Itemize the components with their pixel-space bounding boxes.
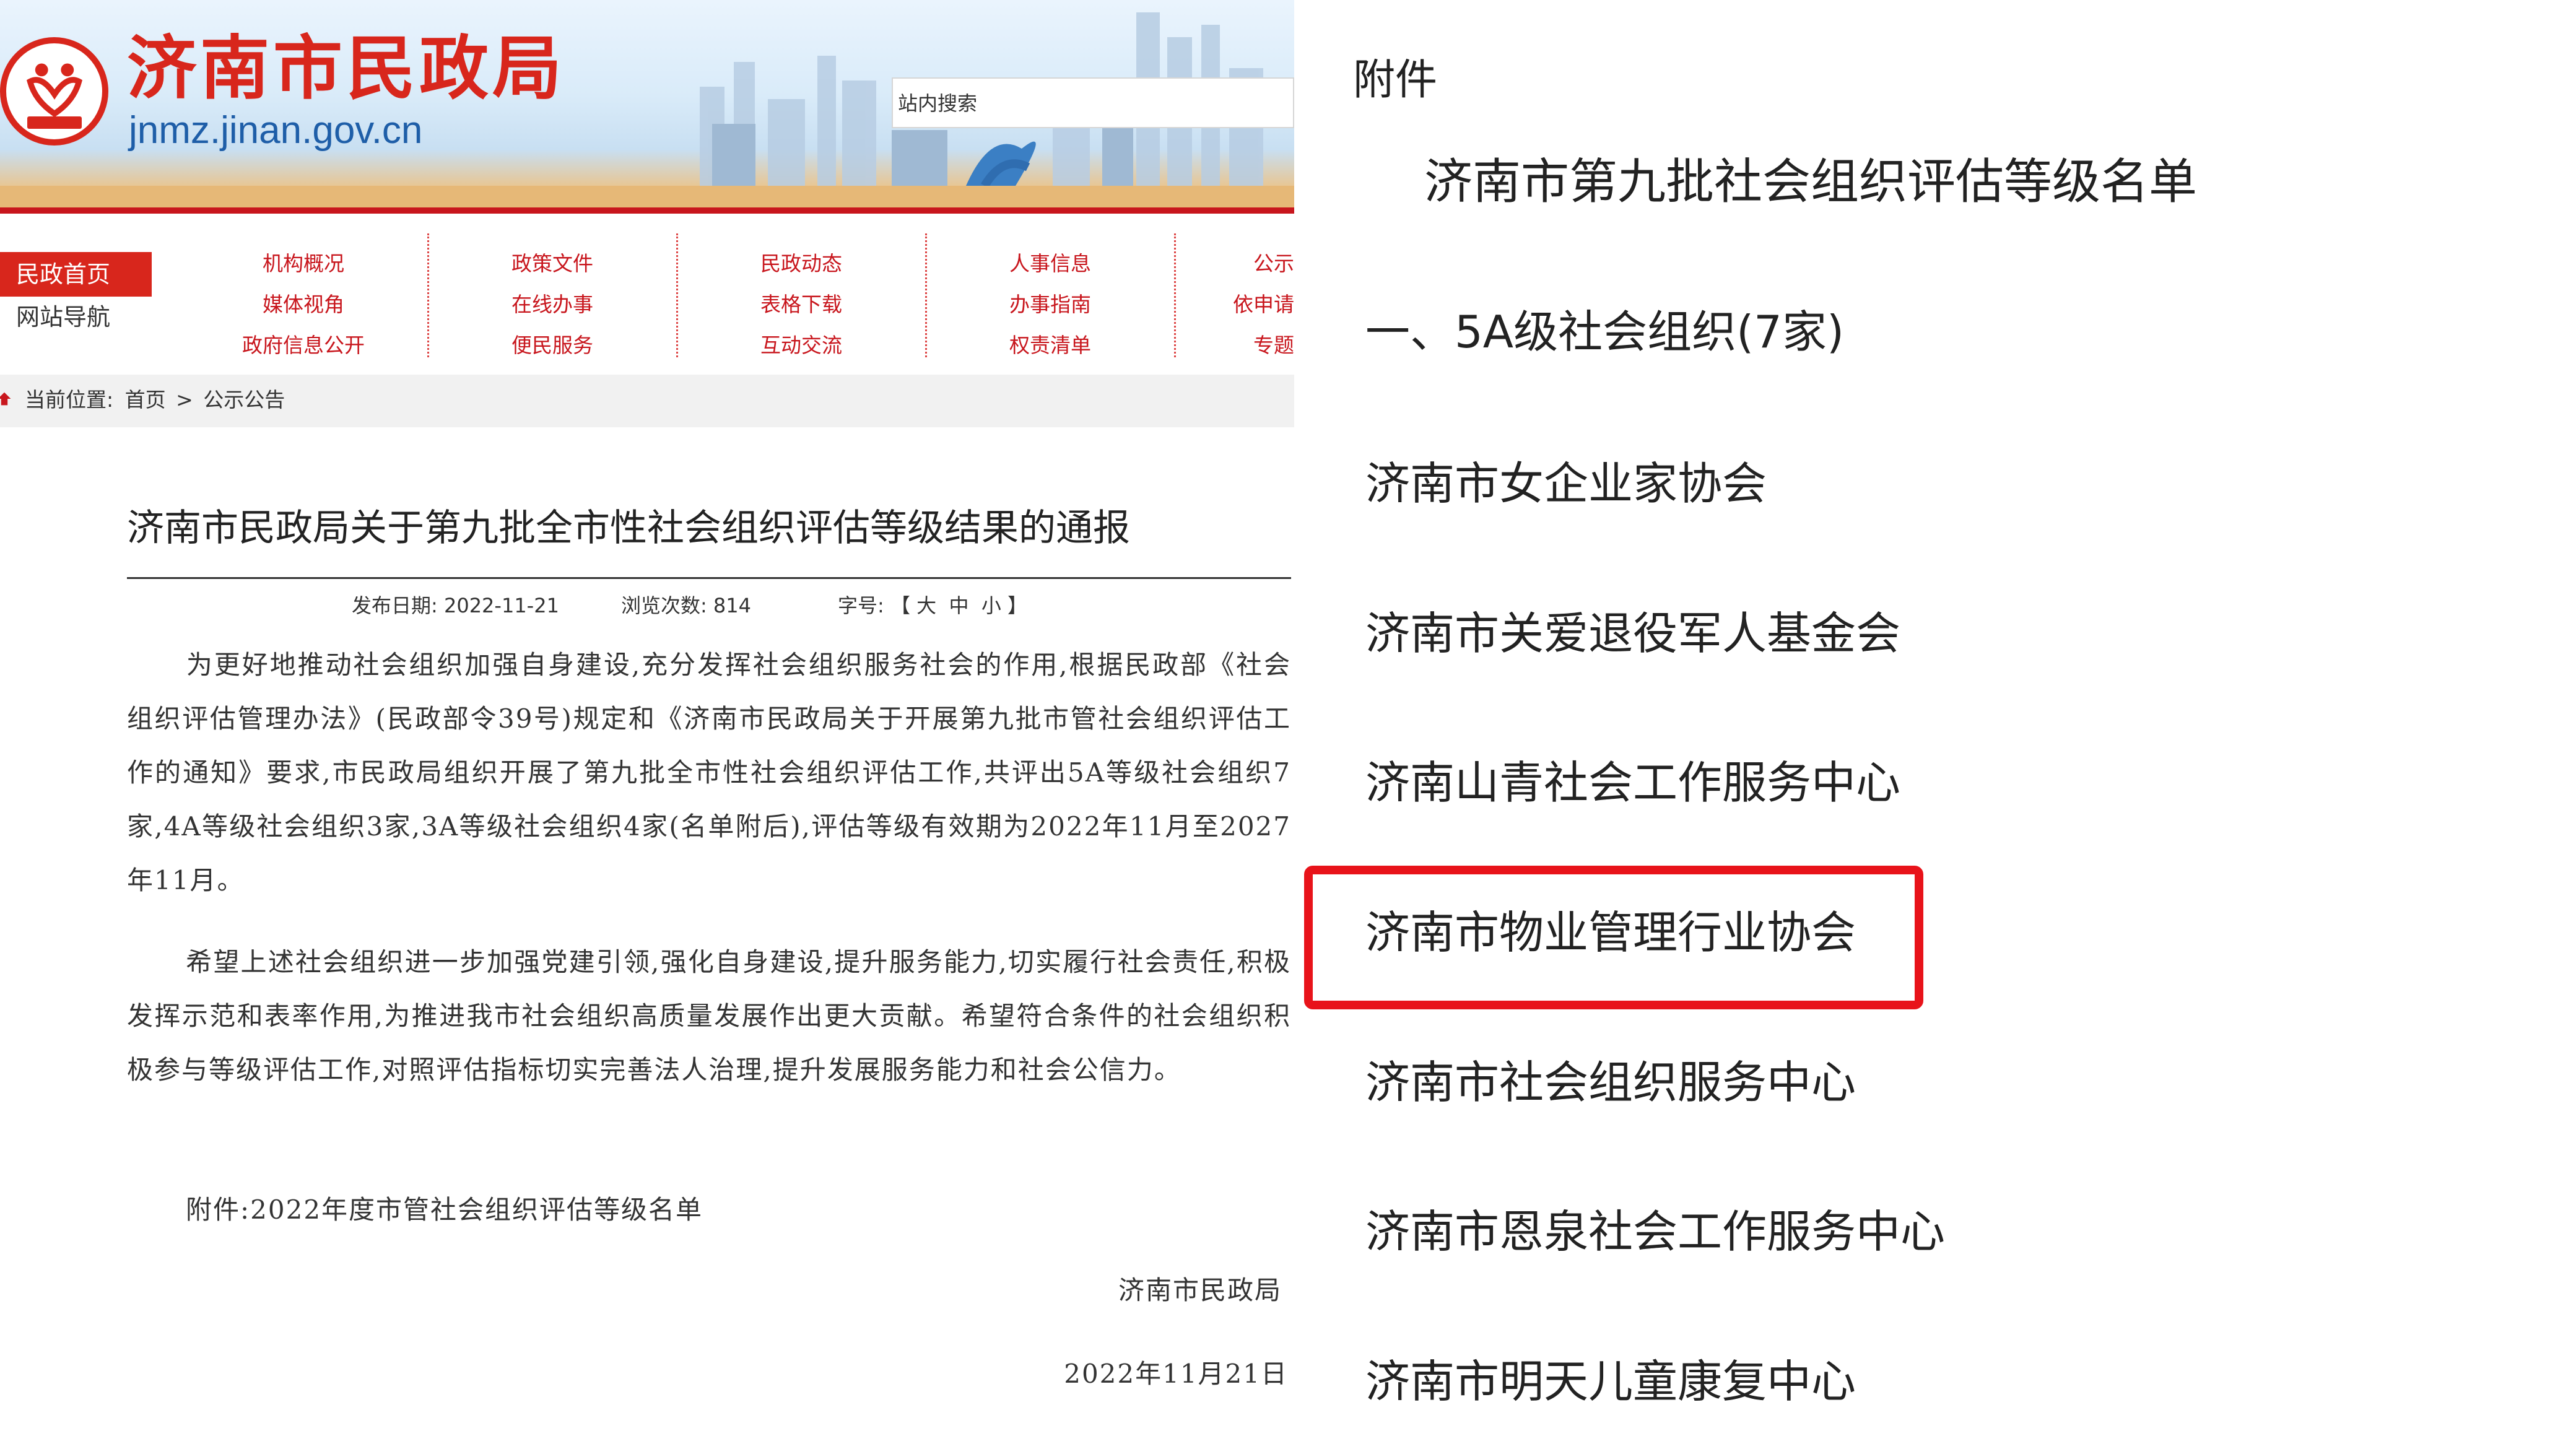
article-paragraph: 为更好地推动社会组织加强自身建设,充分发挥社会组织服务社会的作用,根据民政部《社… bbox=[127, 638, 1291, 907]
nav-item[interactable]: 权责清单 bbox=[957, 325, 1143, 366]
nav-item[interactable]: 办事指南 bbox=[957, 284, 1143, 325]
nav-column-3: 民政动态 表格下载 互动交流 bbox=[708, 243, 894, 366]
nav-item[interactable]: 公示 bbox=[1208, 243, 1294, 284]
header-divider bbox=[0, 207, 1294, 214]
nav-column-2: 政策文件 在线办事 便民服务 bbox=[459, 243, 645, 366]
breadcrumb-current[interactable]: 公示公告 bbox=[203, 388, 285, 412]
site-title: 济南市民政局 bbox=[127, 28, 565, 109]
org-name: 济南市社会组织服务中心 bbox=[1365, 1056, 1856, 1108]
attachment-label: 附件 bbox=[1353, 56, 1438, 105]
website-panel: 济南市民政局 jnmz.jinan.gov.cn 民政首页 网站导航 机构概况 … bbox=[0, 0, 1294, 1449]
title-underline bbox=[127, 577, 1291, 579]
nav-column-4: 人事信息 办事指南 权责清单 bbox=[957, 243, 1143, 366]
date-label: 发布日期: bbox=[352, 594, 438, 617]
nav-item[interactable]: 互动交流 bbox=[708, 325, 894, 366]
nav-item[interactable]: 在线办事 bbox=[459, 284, 645, 325]
site-domain: jnmz.jinan.gov.cn bbox=[129, 109, 423, 152]
nav-column-5: 公示 依申请 专题 bbox=[1208, 243, 1294, 366]
org-name: 济南市女企业家协会 bbox=[1365, 458, 1767, 510]
font-size-small[interactable]: 小 bbox=[981, 594, 1001, 617]
views-label: 浏览次数: bbox=[620, 594, 707, 617]
nav-item[interactable]: 人事信息 bbox=[957, 243, 1143, 284]
font-size-large[interactable]: 大 bbox=[916, 594, 936, 617]
nav-column-1: 机构概况 媒体视角 政府信息公开 bbox=[211, 243, 396, 366]
publish-date: 2022-11-21 bbox=[443, 594, 559, 617]
view-count: 814 bbox=[713, 594, 751, 617]
nav-item[interactable]: 政府信息公开 bbox=[211, 325, 396, 366]
nav-divider bbox=[925, 233, 927, 357]
paragraph-text: 希望上述社会组织进一步加强党建引领,强化自身建设,提升服务能力,切实履行社会责任… bbox=[127, 947, 1291, 1085]
location-icon bbox=[0, 392, 11, 406]
logo-badge bbox=[27, 116, 82, 129]
nav-item[interactable]: 媒体视角 bbox=[211, 284, 396, 325]
article-meta: 发布日期: 2022-11-21 浏览次数: 814 字号: 【 大 中 小 】 bbox=[352, 596, 1027, 616]
heart-people-icon bbox=[27, 63, 82, 118]
nav-item[interactable]: 机构概况 bbox=[211, 243, 396, 284]
breadcrumb: 当前位置: 首页 > 公示公告 bbox=[0, 375, 1294, 427]
nav-item[interactable]: 民政动态 bbox=[708, 243, 894, 284]
breadcrumb-separator: > bbox=[176, 388, 193, 412]
site-search[interactable] bbox=[892, 77, 1294, 128]
bracket-open: 【 bbox=[890, 594, 910, 617]
attachment-link-text[interactable]: 附件:2022年度市管社会组织评估等级名单 bbox=[186, 1194, 703, 1225]
attachment-document: 附件 济南市第九批社会组织评估等级名单 一、5A级社会组织(7家) 济南市女企业… bbox=[1294, 0, 2576, 1449]
highlight-box bbox=[1304, 866, 1923, 1009]
paragraph-text: 为更好地推动社会组织加强自身建设,充分发挥社会组织服务社会的作用,根据民政部《社… bbox=[127, 650, 1291, 895]
breadcrumb-label: 当前位置: bbox=[25, 388, 114, 412]
signature-org: 济南市民政局 bbox=[1118, 1275, 1282, 1305]
search-input[interactable] bbox=[893, 79, 1294, 128]
main-nav: 民政首页 网站导航 机构概况 媒体视角 政府信息公开 政策文件 在线办事 便民服… bbox=[0, 214, 1294, 375]
nav-home-button[interactable]: 民政首页 bbox=[0, 252, 152, 297]
nav-divider bbox=[676, 233, 678, 357]
attachment-title: 济南市第九批社会组织评估等级名单 bbox=[1424, 154, 2198, 210]
org-name: 济南市关爱退役军人基金会 bbox=[1365, 607, 1901, 659]
site-header: 济南市民政局 jnmz.jinan.gov.cn bbox=[0, 0, 1294, 214]
article-paragraph: 希望上述社会组织进一步加强党建引领,强化自身建设,提升服务能力,切实履行社会责任… bbox=[127, 935, 1291, 1097]
bracket-close: 】 bbox=[1007, 594, 1028, 617]
nav-item[interactable]: 便民服务 bbox=[459, 325, 645, 366]
nav-item[interactable]: 专题 bbox=[1208, 325, 1294, 366]
nav-item[interactable]: 依申请 bbox=[1208, 284, 1294, 325]
org-name: 济南市恩泉社会工作服务中心 bbox=[1365, 1206, 1946, 1258]
nav-sitemap-link[interactable]: 网站导航 bbox=[16, 305, 110, 329]
signature-date: 2022年11月21日 bbox=[1064, 1359, 1288, 1389]
font-size-medium[interactable]: 中 bbox=[949, 594, 969, 617]
article-title: 济南市民政局关于第九批全市性社会组织评估等级结果的通报 bbox=[127, 507, 1130, 550]
font-size-label: 字号: bbox=[837, 594, 884, 617]
nav-item[interactable]: 表格下载 bbox=[708, 284, 894, 325]
breadcrumb-trail: 当前位置: 首页 > 公示公告 bbox=[25, 389, 285, 410]
nav-divider bbox=[1174, 233, 1176, 357]
nav-item[interactable]: 政策文件 bbox=[459, 243, 645, 284]
nav-divider bbox=[427, 233, 429, 357]
site-logo[interactable] bbox=[0, 37, 108, 146]
section-heading: 一、5A级社会组织(7家) bbox=[1365, 306, 1845, 358]
org-name: 济南市明天儿童康复中心 bbox=[1365, 1355, 1856, 1408]
breadcrumb-home-link[interactable]: 首页 bbox=[125, 388, 166, 412]
attachment-link[interactable]: 附件:2022年度市管社会组织评估等级名单 bbox=[127, 1183, 1291, 1237]
org-name: 济南山青社会工作服务中心 bbox=[1365, 757, 1901, 809]
